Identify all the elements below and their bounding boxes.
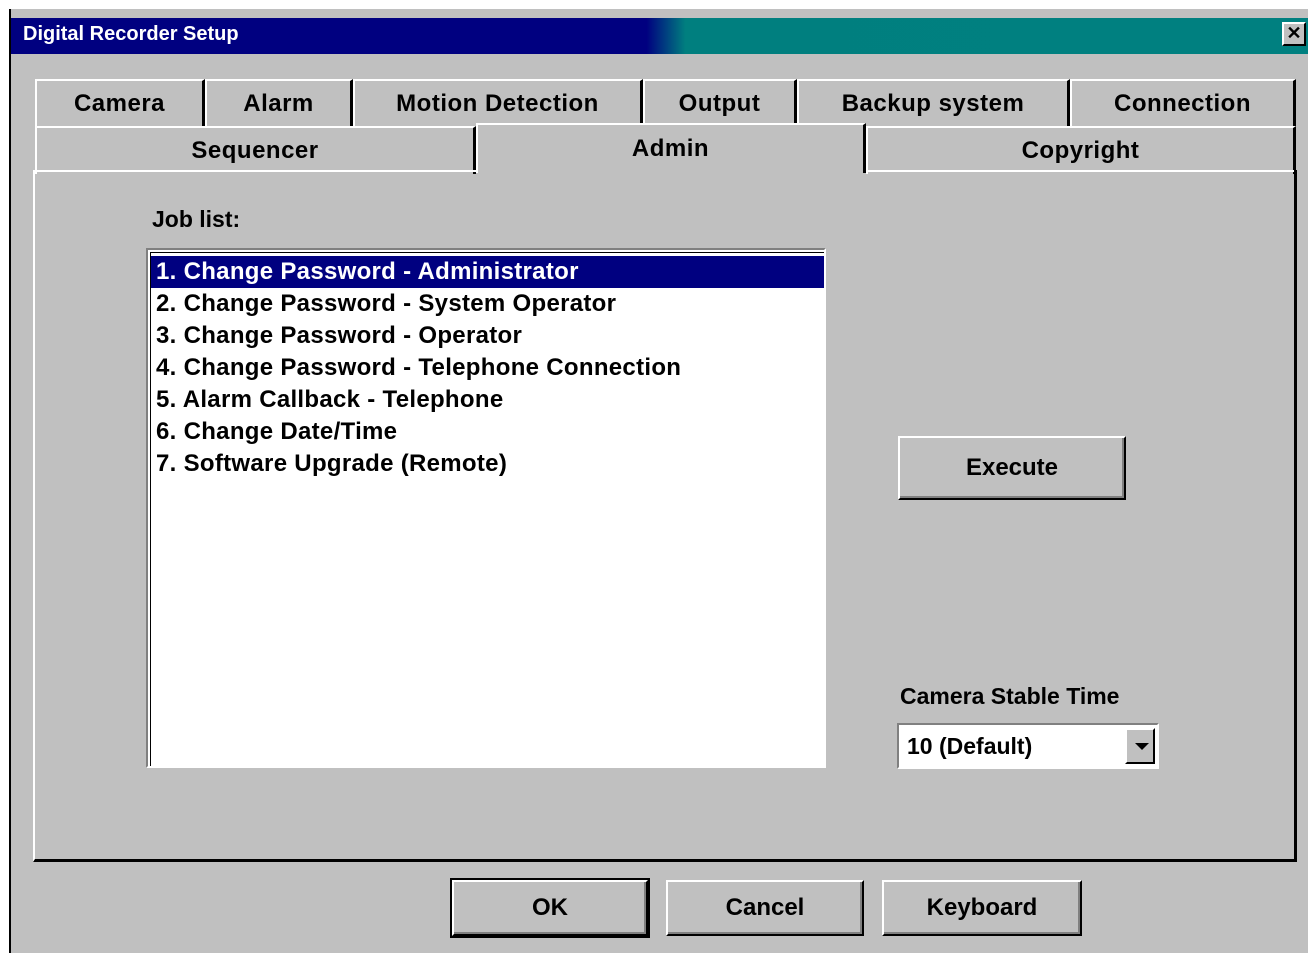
tab-output[interactable]: Output	[643, 79, 797, 127]
job-items: 1. Change Password - Administrator 2. Ch…	[151, 253, 824, 480]
list-item[interactable]: 6. Change Date/Time	[151, 416, 824, 448]
keyboard-button[interactable]: Keyboard	[882, 880, 1082, 936]
tab-admin[interactable]: Admin	[476, 123, 866, 173]
window-border-inner	[9, 9, 11, 953]
cancel-button[interactable]: Cancel	[666, 880, 864, 936]
list-item[interactable]: 1. Change Password - Administrator	[151, 256, 824, 288]
camera-stable-time-label: Camera Stable Time	[900, 683, 1120, 709]
tab-motion-detection[interactable]: Motion Detection	[353, 79, 643, 127]
close-icon[interactable]: ✕	[1282, 22, 1306, 46]
camera-stable-time-select[interactable]: 10 (Default)	[897, 723, 1159, 769]
tab-camera[interactable]: Camera	[35, 79, 205, 127]
tab-copyright[interactable]: Copyright	[866, 126, 1296, 174]
list-item[interactable]: 2. Change Password - System Operator	[151, 288, 824, 320]
tab-label: Output	[678, 90, 761, 117]
tab-backup-system[interactable]: Backup system	[797, 79, 1070, 127]
window-border-left	[0, 0, 9, 953]
tab-label: Camera	[73, 90, 166, 117]
list-item[interactable]: 7. Software Upgrade (Remote)	[151, 448, 824, 480]
tab-label: Connection	[1114, 90, 1251, 117]
button-label: OK	[532, 894, 568, 921]
tab-sequencer[interactable]: Sequencer	[35, 126, 476, 174]
chevron-down-icon[interactable]	[1125, 728, 1155, 764]
job-list-label: Job list:	[152, 206, 241, 232]
button-label: Cancel	[725, 894, 805, 921]
list-item[interactable]: 3. Change Password - Operator	[151, 320, 824, 352]
tab-alarm[interactable]: Alarm	[205, 79, 353, 127]
tab-connection[interactable]: Connection	[1070, 79, 1296, 127]
tab-label: Sequencer	[191, 137, 319, 164]
tab-label: Admin	[631, 135, 710, 162]
list-item[interactable]: 4. Change Password - Telephone Connectio…	[151, 352, 824, 384]
tab-label: Motion Detection	[396, 90, 599, 117]
button-label: Execute	[965, 454, 1059, 481]
execute-button[interactable]: Execute	[898, 436, 1126, 500]
button-label: Keyboard	[926, 894, 1038, 921]
tab-label: Backup system	[841, 90, 1025, 117]
tab-label: Copyright	[1021, 137, 1140, 164]
job-list-content: 1. Change Password - Administrator 2. Ch…	[150, 252, 824, 766]
window-title: Digital Recorder Setup	[23, 23, 239, 45]
title-bar[interactable]: Digital Recorder Setup ✕	[11, 18, 1308, 54]
job-list[interactable]: 1. Change Password - Administrator 2. Ch…	[146, 248, 826, 768]
tab-label: Alarm	[243, 90, 314, 117]
setup-dialog: Digital Recorder Setup ✕ Camera Alarm Mo…	[0, 0, 1308, 953]
select-value: 10 (Default)	[907, 733, 1033, 759]
list-item[interactable]: 5. Alarm Callback - Telephone	[151, 384, 824, 416]
ok-button[interactable]: OK	[450, 878, 650, 938]
window-border-top	[0, 0, 1308, 9]
